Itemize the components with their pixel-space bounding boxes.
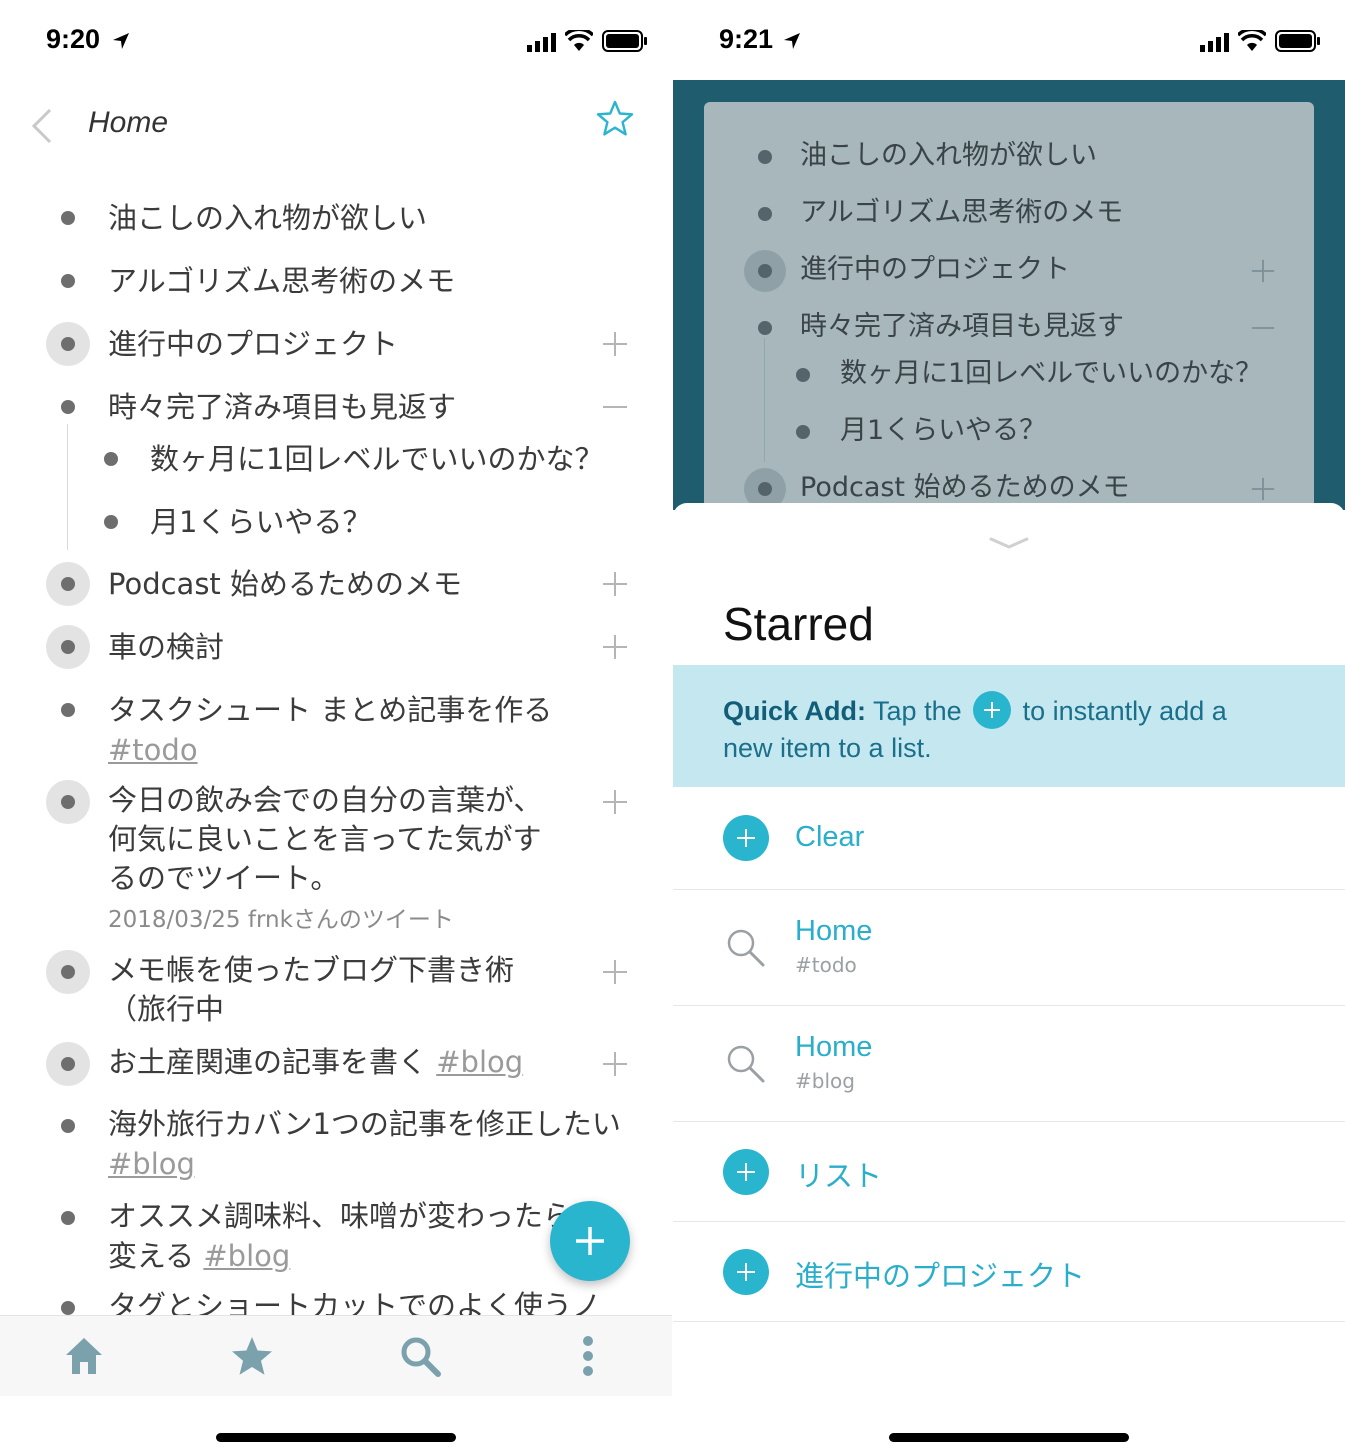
- bullet[interactable]: [61, 274, 75, 288]
- chevron-down-icon[interactable]: [987, 533, 1031, 553]
- bullet[interactable]: [61, 703, 75, 717]
- signal-icon: [1200, 33, 1229, 52]
- home-icon[interactable]: [62, 1334, 106, 1378]
- signal-icon: [527, 33, 556, 52]
- home-screen: 9:20 Home 油こしの入れ物が欲しい アルゴリズム思考術のメモ 進行中のプ…: [0, 0, 672, 1456]
- dimmed-background[interactable]: 油こしの入れ物が欲しい アルゴリズム思考術のメモ 進行中のプロジェクト 時々完了…: [673, 80, 1345, 522]
- starred-search[interactable]: Home #blog: [673, 1005, 1345, 1122]
- tag-link[interactable]: #blog: [436, 1045, 523, 1079]
- outline-list: 油こしの入れ物が欲しい アルゴリズム思考術のメモ 進行中のプロジェクト 時々完了…: [0, 180, 672, 1315]
- bullet[interactable]: [104, 452, 118, 466]
- bullet[interactable]: [61, 400, 75, 414]
- home-indicator: [216, 1433, 456, 1442]
- plus-circle-icon[interactable]: [723, 1249, 769, 1295]
- star-icon[interactable]: [230, 1334, 274, 1378]
- wifi-icon: [565, 30, 593, 51]
- list-item[interactable]: Podcast 始めるためのメモ: [0, 560, 672, 608]
- page-title: Home: [88, 106, 169, 139]
- list-item[interactable]: タグとショートカットでのよく使うノ: [0, 1284, 672, 1315]
- collapse-minus-icon: [1251, 327, 1275, 329]
- item-note: 2018/03/25 frnkさんのツイート: [108, 907, 454, 933]
- expand-plus-icon[interactable]: [601, 570, 629, 598]
- battery-icon: [602, 30, 647, 52]
- list-item[interactable]: アルゴリズム思考術のメモ: [0, 257, 672, 305]
- list-preview-card: 油こしの入れ物が欲しい アルゴリズム思考術のメモ 進行中のプロジェクト 時々完了…: [704, 102, 1314, 522]
- list-item[interactable]: 海外旅行カバン1つの記事を修正したい #blog: [0, 1102, 672, 1186]
- tag-link[interactable]: #blog: [108, 1144, 195, 1184]
- plus-circle-icon[interactable]: [723, 815, 769, 861]
- sheet-title: Starred: [723, 598, 874, 650]
- list-item[interactable]: お土産関連の記事を書く #blog: [0, 1040, 672, 1088]
- starred-sheet: Starred Quick Add: Tap the to instantly …: [673, 503, 1345, 1456]
- list-item[interactable]: 車の検討: [0, 623, 672, 671]
- list-item[interactable]: 時々完了済み項目も見返す: [0, 383, 672, 431]
- location-arrow-icon: [784, 33, 800, 49]
- bullet[interactable]: [104, 515, 118, 529]
- list-item[interactable]: 数ヶ月に1回レベルでいいのかな？: [0, 435, 672, 483]
- tab-bar: [0, 1315, 672, 1396]
- location-arrow-icon: [113, 33, 129, 49]
- status-bar: 9:21: [673, 0, 1345, 80]
- expand-plus-icon[interactable]: [601, 1050, 629, 1078]
- status-bar: 9:20: [0, 0, 672, 80]
- tag-link[interactable]: #todo: [108, 730, 198, 770]
- search-icon: [727, 1045, 765, 1083]
- back-chevron-icon[interactable]: [28, 106, 58, 146]
- list-item[interactable]: 油こしの入れ物が欲しい: [0, 194, 672, 242]
- battery-icon: [1275, 30, 1320, 52]
- list-item[interactable]: 今日の飲み会での自分の言葉が、 何気に良いことを言ってた気がす るのでツイート。…: [0, 778, 672, 933]
- plus-circle-icon[interactable]: [723, 1149, 769, 1195]
- search-icon: [727, 929, 765, 967]
- add-item-button[interactable]: [550, 1201, 630, 1281]
- quick-add-tip: Quick Add: Tap the to instantly add a ne…: [673, 665, 1345, 787]
- expand-plus-icon[interactable]: [601, 958, 629, 986]
- more-vertical-icon[interactable]: [566, 1334, 610, 1378]
- expand-plus-icon[interactable]: [601, 788, 629, 816]
- starred-item[interactable]: リスト: [673, 1121, 1345, 1222]
- bullet[interactable]: [61, 1301, 75, 1315]
- expand-plus-icon: [1251, 477, 1275, 501]
- starred-search[interactable]: Home #todo: [673, 889, 1345, 1006]
- list-item[interactable]: メモ帳を使ったブログ下書き術 （旅行中: [0, 948, 672, 1032]
- bullet[interactable]: [61, 1211, 75, 1225]
- tag-link[interactable]: #blog: [203, 1239, 290, 1273]
- star-outline-icon[interactable]: [596, 100, 634, 138]
- expand-plus-icon: [1251, 259, 1275, 283]
- bullet[interactable]: [61, 1119, 75, 1133]
- starred-item[interactable]: 進行中のプロジェクト: [673, 1221, 1345, 1322]
- list-item[interactable]: 月1くらいやる？: [0, 498, 672, 546]
- collapse-minus-icon[interactable]: [601, 393, 629, 421]
- starred-screen: 9:21 油こしの入れ物が欲しい アルゴリズム思考術のメモ 進行中のプロジェクト…: [673, 0, 1345, 1456]
- bullet[interactable]: [61, 211, 75, 225]
- expand-plus-icon[interactable]: [601, 330, 629, 358]
- starred-item[interactable]: Clear: [673, 787, 1345, 890]
- search-icon[interactable]: [398, 1334, 442, 1378]
- list-item[interactable]: タスクシュート まとめ記事を作る #todo: [0, 686, 672, 770]
- expand-plus-icon[interactable]: [601, 633, 629, 661]
- plus-icon: [576, 1227, 604, 1255]
- list-item[interactable]: 進行中のプロジェクト: [0, 320, 672, 368]
- status-time: 9:20: [46, 24, 101, 54]
- status-time: 9:21: [719, 24, 774, 54]
- plus-circle-icon: [973, 691, 1012, 729]
- home-indicator: [889, 1433, 1129, 1442]
- wifi-icon: [1238, 30, 1266, 51]
